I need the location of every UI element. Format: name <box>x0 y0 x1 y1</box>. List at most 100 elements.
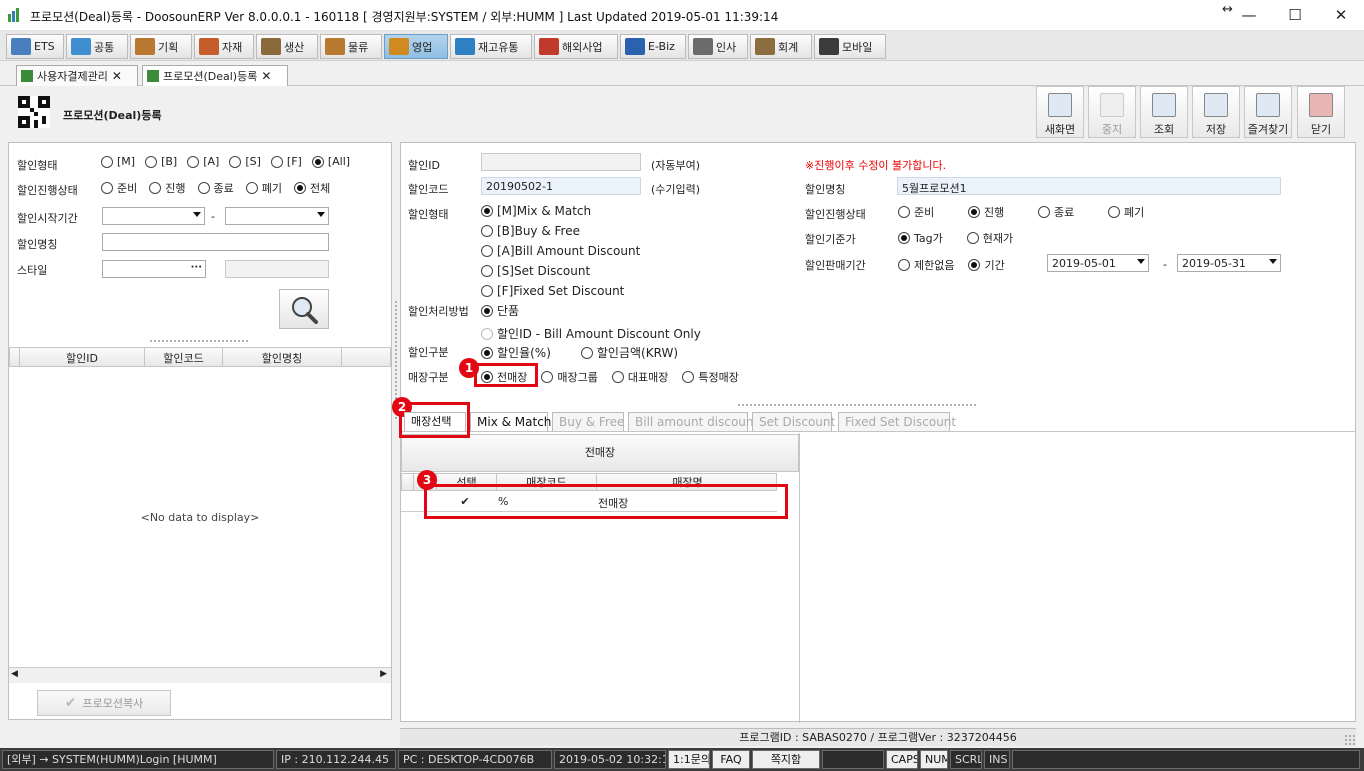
module-tab-6[interactable]: 영업 <box>384 34 448 59</box>
radio-button[interactable] <box>541 371 554 383</box>
filter-type-option-5[interactable]: [All] <box>311 155 350 168</box>
col-discount-code[interactable]: 할인코드 <box>144 348 222 366</box>
radio-button[interactable] <box>481 225 493 237</box>
progress-status-option-1[interactable]: 진행 <box>968 204 1038 220</box>
module-tab-0[interactable]: ETS <box>6 34 64 59</box>
message-box-button[interactable]: 쪽지함 <box>752 750 820 769</box>
module-tab-3[interactable]: 자재 <box>194 34 254 59</box>
sub-tab-0[interactable]: 매장선택 <box>404 412 466 431</box>
module-tab-10[interactable]: 인사 <box>688 34 748 59</box>
toolbar-button-2[interactable]: 조회 <box>1140 86 1188 138</box>
discount-kind-option-1[interactable]: 할인금액(KRW) <box>580 344 678 361</box>
maximize-button[interactable]: ☐ <box>1272 0 1318 31</box>
sub-tab-3[interactable]: Bill amount discount <box>628 412 758 431</box>
radio-button[interactable] <box>197 182 210 194</box>
sub-tab-5[interactable]: Fixed Set Discount <box>838 412 956 431</box>
col-discount-name[interactable]: 할인명칭 <box>222 348 342 366</box>
discount-type-option-3[interactable]: [S]Set Discount <box>481 264 640 278</box>
start-date-to[interactable] <box>225 207 329 225</box>
sales-period-option-1[interactable]: 기간 <box>968 257 1005 273</box>
radio-button[interactable] <box>481 245 493 257</box>
radio-button[interactable] <box>682 371 695 383</box>
scroll-right-icon[interactable]: ▶ <box>380 669 387 679</box>
module-tab-1[interactable]: 공통 <box>66 34 128 59</box>
radio-button[interactable] <box>187 155 200 168</box>
discount-kind-option-0[interactable]: 할인율(%) <box>481 344 551 361</box>
filter-type-option-4[interactable]: [F] <box>270 155 302 168</box>
copy-promotion-button[interactable]: ✔ 프로모션복사 <box>37 690 171 716</box>
radio-button[interactable] <box>101 182 113 194</box>
toolbar-button-0[interactable]: 새화면 <box>1036 86 1084 138</box>
radio-button[interactable] <box>270 155 283 168</box>
toolbar-button-1[interactable]: 중지 <box>1088 86 1136 138</box>
toolbar-button-4[interactable]: 즐겨찾기 <box>1244 86 1292 138</box>
progress-status-option-0[interactable]: 준비 <box>898 204 968 220</box>
period-from-date[interactable]: 2019-05-01 <box>1047 254 1149 272</box>
module-tab-7[interactable]: 재고유통 <box>450 34 532 59</box>
discount-code-input[interactable]: 20190502-1 <box>481 177 641 195</box>
radio-button[interactable] <box>611 371 624 383</box>
minimize-button[interactable]: — <box>1226 0 1272 31</box>
style-input[interactable]: ··· <box>102 260 206 278</box>
chevron-down-icon[interactable] <box>193 212 201 217</box>
discount-type-option-4[interactable]: [F]Fixed Set Discount <box>481 284 640 298</box>
radio-button[interactable] <box>229 155 242 168</box>
col-discount-id[interactable]: 할인ID <box>20 350 144 366</box>
radio-button[interactable] <box>245 182 258 194</box>
radio-button[interactable] <box>481 327 493 340</box>
radio-button[interactable] <box>294 182 306 194</box>
radio-button[interactable] <box>481 265 493 277</box>
filter-status-option-1[interactable]: 진행 <box>149 180 186 196</box>
radio-button[interactable] <box>481 346 493 359</box>
qna-button[interactable]: 1:1문의 <box>668 750 710 769</box>
chevron-down-icon[interactable] <box>317 212 325 217</box>
discount-type-option-0[interactable]: [M]Mix & Match <box>481 204 640 218</box>
module-tab-4[interactable]: 생산 <box>256 34 318 59</box>
filter-type-option-0[interactable]: [M] <box>101 155 135 168</box>
chevron-down-icon[interactable] <box>1137 259 1145 264</box>
close-tab-icon[interactable]: ✕ <box>261 69 271 83</box>
radio-button[interactable] <box>580 346 593 359</box>
radio-button[interactable] <box>898 206 910 218</box>
filter-name-input[interactable] <box>102 233 329 251</box>
close-tab-icon[interactable]: ✕ <box>112 69 122 83</box>
progress-status-option-3[interactable]: 폐기 <box>1108 204 1178 220</box>
sub-tab-2[interactable]: Buy & Free <box>552 412 624 431</box>
processing-method-option-1[interactable]: 할인ID - Bill Amount Discount Only <box>481 325 701 342</box>
radio-button[interactable] <box>101 155 113 168</box>
radio-button[interactable] <box>145 155 158 168</box>
radio-button[interactable] <box>966 232 979 244</box>
discount-type-option-2[interactable]: [A]Bill Amount Discount <box>481 244 640 258</box>
module-tab-2[interactable]: 기획 <box>130 34 192 59</box>
filter-status-option-0[interactable]: 준비 <box>101 180 137 196</box>
doc-tab-promotion[interactable]: 프로모션(Deal)등록 ✕ <box>142 65 288 86</box>
close-window-button[interactable]: ✕ <box>1318 0 1364 31</box>
horizontal-scrollbar[interactable]: ◀ ▶ <box>9 667 391 683</box>
module-tab-11[interactable]: 회계 <box>750 34 812 59</box>
radio-button[interactable] <box>968 259 981 271</box>
radio-button[interactable] <box>481 285 493 297</box>
splitter-grip[interactable] <box>149 339 249 343</box>
sales-period-option-0[interactable]: 제한없음 <box>898 257 954 273</box>
radio-button[interactable] <box>481 205 493 217</box>
module-tab-9[interactable]: E-Biz <box>620 34 686 59</box>
store-type-option-1[interactable]: 매장그룹 <box>541 369 598 385</box>
basis-price-option-1[interactable]: 현재가 <box>966 230 1013 246</box>
style-lookup-button[interactable]: ··· <box>191 262 202 273</box>
filter-status-option-3[interactable]: 폐기 <box>245 180 282 196</box>
filter-status-option-2[interactable]: 종료 <box>197 180 234 196</box>
splitter-grip[interactable] <box>737 403 977 407</box>
radio-button[interactable] <box>481 304 493 317</box>
sub-tab-4[interactable]: Set Discount <box>752 412 835 431</box>
radio-button[interactable] <box>968 206 980 218</box>
filter-type-option-3[interactable]: [S] <box>229 155 261 168</box>
discount-name-input[interactable]: 5월프로모션1 <box>897 177 1281 195</box>
radio-button[interactable] <box>898 259 910 271</box>
radio-button[interactable] <box>311 155 324 168</box>
processing-method-option-0[interactable]: 단품 <box>481 302 701 319</box>
sub-tab-1[interactable]: Mix & Match <box>470 412 551 431</box>
module-tab-5[interactable]: 물류 <box>320 34 382 59</box>
basis-price-option-0[interactable]: Tag가 <box>898 230 943 246</box>
start-date-from[interactable] <box>102 207 205 225</box>
radio-button[interactable] <box>898 232 910 244</box>
